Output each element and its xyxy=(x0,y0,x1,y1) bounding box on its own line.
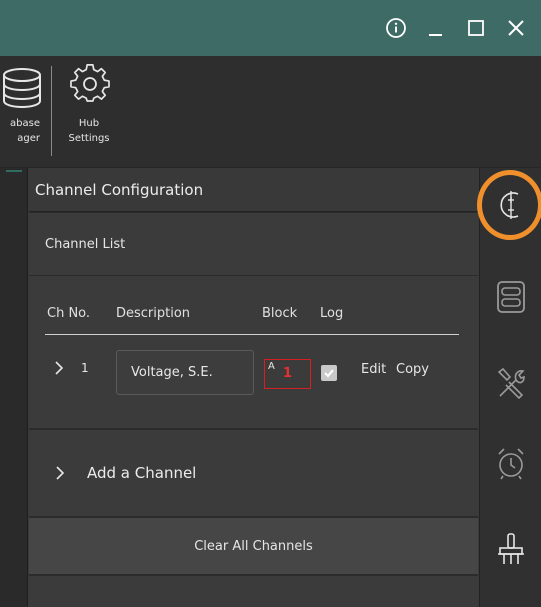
expand-chevron-icon[interactable] xyxy=(53,360,65,376)
block-value: 1 xyxy=(283,366,293,381)
copy-link[interactable]: Copy xyxy=(396,362,429,377)
check-icon xyxy=(324,369,334,378)
left-strip-accent xyxy=(6,170,22,172)
toolbar-divider xyxy=(51,66,52,156)
channel-table: Ch No. Description Block Log 1 A 1 Edit … xyxy=(29,276,478,428)
header-divider xyxy=(45,334,459,335)
column-header-description: Description xyxy=(116,306,191,321)
block-prefix: A xyxy=(268,361,275,372)
info-icon[interactable] xyxy=(383,15,409,41)
add-channel-button[interactable]: Add a Channel xyxy=(29,430,478,516)
maximize-icon[interactable] xyxy=(463,15,489,41)
left-strip xyxy=(0,168,28,607)
log-checkbox[interactable] xyxy=(321,365,337,381)
hub-settings-button[interactable]: Hub Settings xyxy=(58,56,120,168)
column-header-ch-no: Ch No. xyxy=(47,306,91,321)
title-bar xyxy=(0,0,541,56)
panel-footer xyxy=(29,576,478,607)
minimize-icon[interactable] xyxy=(423,15,449,41)
edit-link[interactable]: Edit xyxy=(361,362,386,377)
active-tab-highlight xyxy=(477,170,541,240)
database-manager-label: abase ager xyxy=(10,118,40,144)
add-channel-label: Add a Channel xyxy=(87,464,197,482)
gear-icon xyxy=(70,64,110,102)
page-title: Channel Configuration xyxy=(29,168,478,212)
alarm-clock-icon[interactable] xyxy=(496,446,526,480)
database-icon xyxy=(3,68,41,109)
block-input[interactable]: A 1 xyxy=(264,359,311,389)
channel-configuration-panel: Channel Configuration Channel List Ch No… xyxy=(29,168,478,607)
column-header-block: Block xyxy=(262,306,298,321)
chevron-right-icon xyxy=(56,466,65,480)
clear-all-channels-button[interactable]: Clear All Channels xyxy=(29,518,478,574)
storage-icon[interactable] xyxy=(496,280,526,314)
row-channel-number: 1 xyxy=(81,361,89,375)
database-manager-button[interactable]: abase ager xyxy=(0,56,50,168)
description-input[interactable] xyxy=(116,350,254,395)
cleanup-brush-icon[interactable] xyxy=(496,532,526,566)
hub-settings-label: Hub Settings xyxy=(68,118,110,144)
tools-icon[interactable] xyxy=(496,366,526,400)
toolbar: abase ager Hub Settings xyxy=(0,56,541,168)
channel-list-header: Channel List xyxy=(29,213,478,275)
close-icon[interactable] xyxy=(503,15,529,41)
column-header-log: Log xyxy=(320,306,344,321)
